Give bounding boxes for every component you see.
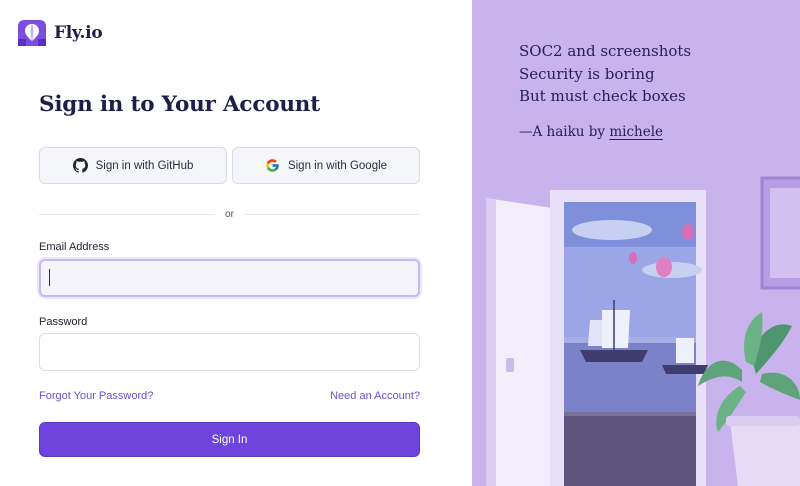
google-signin-label: Sign in with Google — [287, 159, 388, 172]
or-divider: or — [39, 207, 420, 221]
haiku-line-1: SOC2 and screenshots — [519, 42, 692, 60]
text-cursor — [49, 269, 50, 286]
email-label: Email Address — [39, 241, 110, 253]
balloon-logo-icon — [18, 20, 46, 46]
brand-name: Fly.io — [54, 23, 103, 43]
google-icon — [266, 159, 279, 172]
haiku-line-3: But must check boxes — [519, 87, 686, 105]
brand-logo[interactable]: Fly.io — [18, 20, 103, 46]
sign-in-button[interactable]: Sign In — [39, 422, 420, 457]
need-account-link[interactable]: Need an Account? — [330, 390, 420, 402]
forgot-password-link[interactable]: Forgot Your Password? — [39, 390, 153, 402]
illustration-panel: SOC2 and screenshots Security is boring … — [472, 0, 800, 486]
email-field[interactable] — [39, 259, 420, 297]
author-link[interactable]: michele — [609, 124, 663, 140]
haiku-line-2: Security is boring — [519, 64, 655, 83]
sign-in-panel: Fly.io Sign in to Your Account Sign in w… — [0, 0, 472, 486]
haiku-attribution: —A haiku by michele — [519, 124, 663, 140]
divider-text: or — [225, 208, 234, 220]
github-signin-button[interactable]: Sign in with GitHub — [39, 147, 227, 184]
github-icon — [72, 158, 88, 173]
google-signin-button[interactable]: Sign in with Google — [232, 147, 420, 184]
divider-line-right — [243, 213, 420, 215]
page-title: Sign in to Your Account — [39, 92, 320, 117]
divider-line-left — [39, 213, 216, 215]
password-field[interactable] — [39, 333, 420, 371]
github-signin-label: Sign in with GitHub — [95, 159, 194, 172]
haiku: SOC2 and screenshots Security is boring … — [519, 40, 691, 108]
attribution-prefix: —A haiku by — [519, 124, 610, 140]
password-label: Password — [39, 316, 88, 328]
doorway-illustration — [472, 160, 800, 486]
